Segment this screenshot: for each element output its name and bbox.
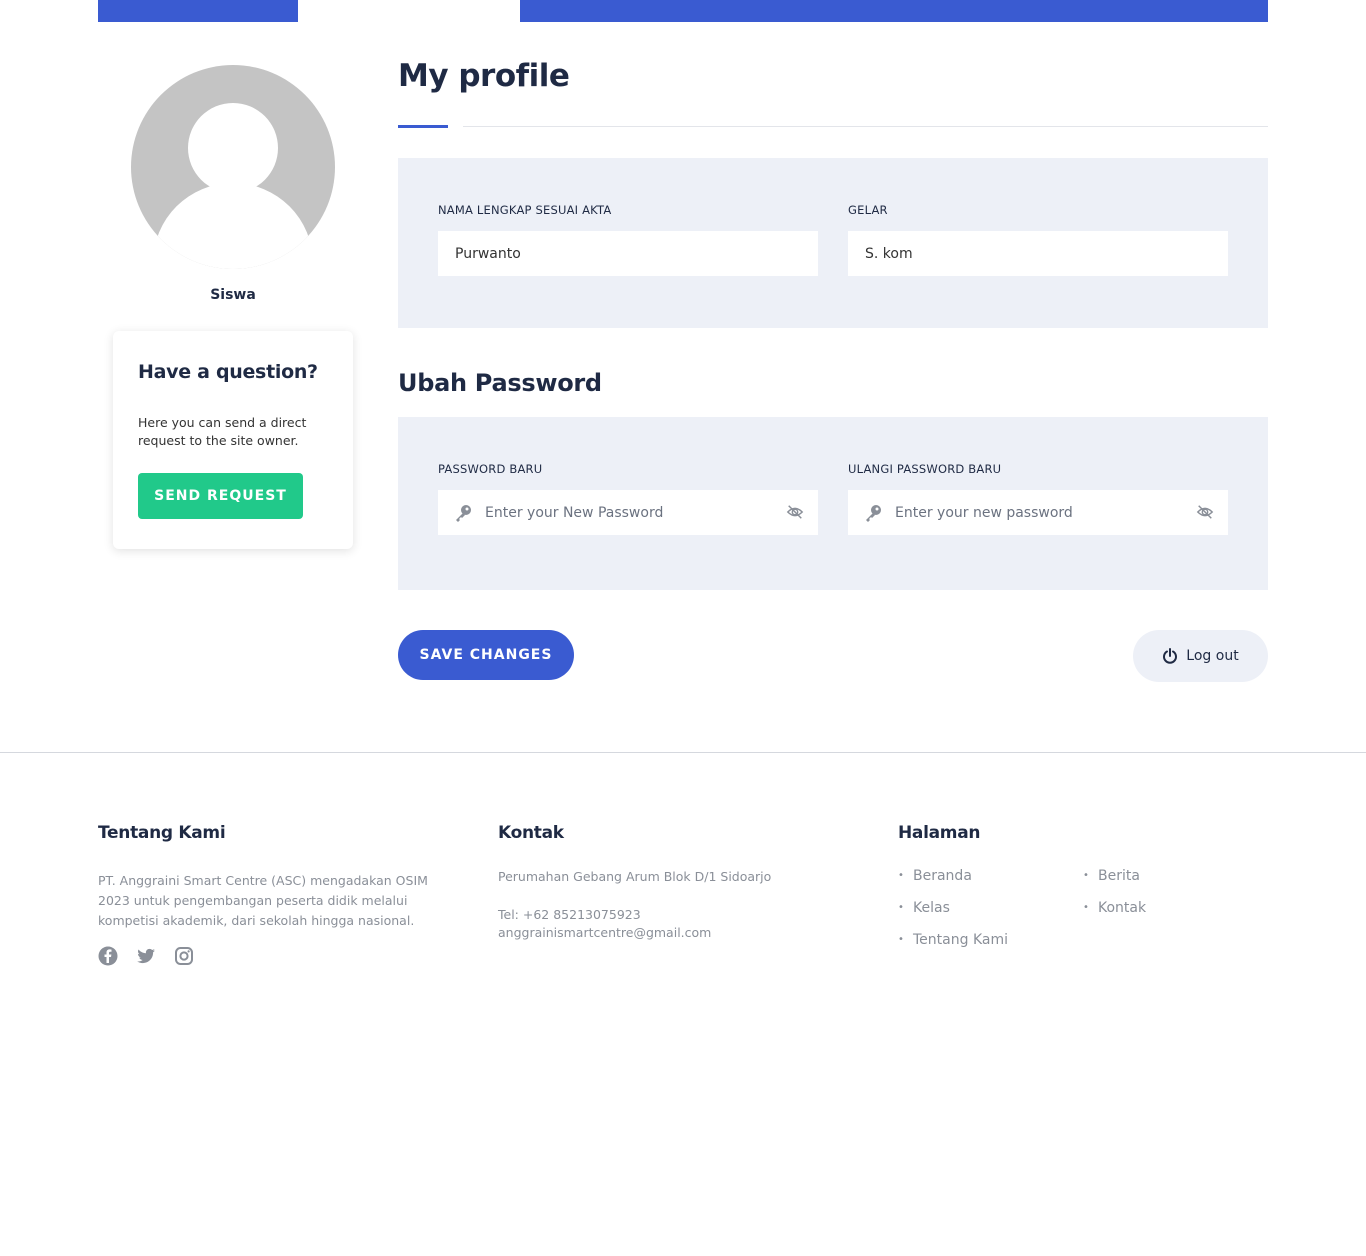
new-password-label: PASSWORD BARU — [438, 462, 543, 476]
degree-label: GELAR — [848, 203, 888, 217]
repeat-password-field[interactable]: Enter your new password — [848, 490, 1228, 535]
logout-button[interactable]: Log out — [1133, 630, 1268, 682]
full-name-field[interactable]: Purwanto — [438, 231, 818, 276]
footer-divider — [0, 752, 1366, 753]
eye-slash-icon[interactable] — [1196, 503, 1214, 521]
full-name-label: NAMA LENGKAP SESUAI AKTA — [438, 203, 612, 217]
send-request-button[interactable]: SEND REQUEST — [138, 473, 303, 519]
footer-pages-heading: Halaman — [898, 823, 981, 843]
password-section-title: Ubah Password — [398, 369, 602, 397]
degree-value: S. kom — [865, 245, 913, 262]
user-role: Siswa — [210, 287, 256, 303]
footer-address: Perumahan Gebang Arum Blok D/1 Sidoarjo — [498, 869, 772, 884]
footer-phone: Tel: +62 85213075923 — [498, 907, 641, 922]
footer-link-tentang-kami[interactable]: Tentang Kami — [898, 932, 1008, 948]
instagram-icon[interactable] — [174, 946, 194, 966]
facebook-icon[interactable] — [98, 946, 118, 966]
twitter-icon[interactable] — [136, 946, 156, 966]
footer-about-heading: Tentang Kami — [98, 823, 226, 843]
logout-label: Log out — [1186, 648, 1239, 664]
new-password-field[interactable]: Enter your New Password — [438, 490, 818, 535]
repeat-password-label: ULANGI PASSWORD BARU — [848, 462, 1002, 476]
question-card: Have a question? Here you can send a dir… — [113, 331, 353, 549]
save-changes-button[interactable]: SAVE CHANGES — [398, 630, 574, 680]
nav-segment[interactable] — [520, 0, 1268, 22]
page-title: My profile — [398, 58, 570, 94]
footer-email[interactable]: anggrainismartcentre@gmail.com — [498, 924, 711, 942]
footer-link-beranda[interactable]: Beranda — [898, 868, 972, 884]
footer-link-kontak[interactable]: Kontak — [1083, 900, 1146, 916]
question-text: Here you can send a direct request to th… — [138, 415, 307, 448]
full-name-value: Purwanto — [455, 245, 521, 262]
footer-about-text: PT. Anggraini Smart Centre (ASC) mengada… — [98, 873, 428, 928]
degree-field[interactable]: S. kom — [848, 231, 1228, 276]
profile-panel: NAMA LENGKAP SESUAI AKTA Purwanto GELAR … — [398, 158, 1268, 328]
eye-slash-icon[interactable] — [786, 503, 804, 521]
question-heading: Have a question? — [138, 361, 318, 383]
nav-segment[interactable] — [98, 0, 298, 22]
footer-link-kelas[interactable]: Kelas — [898, 900, 950, 916]
key-icon — [456, 505, 471, 522]
footer-contact-heading: Kontak — [498, 823, 564, 843]
password-panel: PASSWORD BARU Enter your New Password UL… — [398, 417, 1268, 590]
key-icon — [866, 505, 881, 522]
power-icon — [1163, 648, 1178, 664]
title-accent — [398, 125, 448, 128]
avatar — [131, 65, 335, 269]
top-nav-bar — [98, 0, 1268, 22]
footer-link-berita[interactable]: Berita — [1083, 868, 1140, 884]
divider — [463, 126, 1268, 127]
